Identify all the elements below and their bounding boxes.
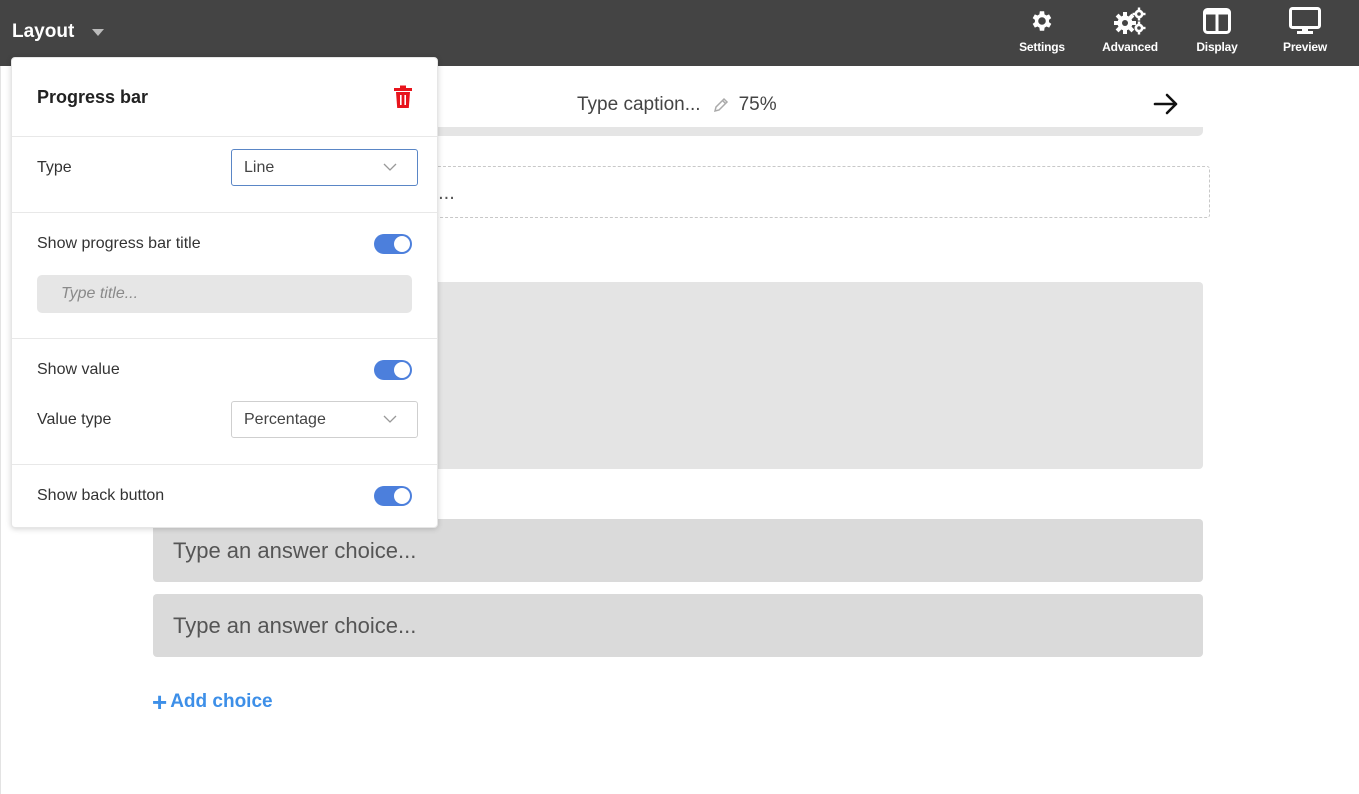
preview-label: Preview [1283,40,1327,54]
type-select-value: Line [244,158,275,176]
media-placeholder[interactable] [400,282,1203,469]
gear-icon [1029,6,1055,36]
plus-icon: + [152,687,168,717]
answer-choice[interactable]: Type an answer choice... [153,594,1203,657]
show-back-label: Show back button [37,487,165,504]
chevron-down-icon [383,415,397,423]
show-value-toggle[interactable] [374,360,412,380]
gears-icon [1113,6,1147,36]
value-type-select-value: Percentage [244,410,326,428]
progress-bar-track [400,127,1203,136]
layout-menu-button[interactable]: Layout [12,18,105,46]
question-input[interactable]: ?... [400,166,1210,218]
show-title-toggle[interactable] [374,234,412,254]
show-back-toggle[interactable] [374,486,412,506]
advanced-button[interactable]: Advanced [1090,6,1170,60]
type-select[interactable]: Line [231,149,418,186]
monitor-icon [1289,6,1321,36]
divider [12,136,437,137]
toggle-knob [394,362,410,378]
show-value-label: Show value [37,361,120,378]
panel-title: Progress bar [37,87,149,107]
value-type-label: Value type [37,411,112,428]
arrow-right-icon[interactable] [1152,90,1180,118]
settings-button[interactable]: Settings [1002,6,1082,60]
display-button[interactable]: Display [1177,6,1257,60]
show-title-label: Show progress bar title [37,235,201,252]
divider [12,464,437,465]
caption-text[interactable]: Type caption... [577,94,701,116]
preview-button[interactable]: Preview [1265,6,1345,60]
display-label: Display [1196,40,1238,54]
progress-bar-settings-panel: Progress bar Type Line Show progress bar… [11,57,438,528]
chevron-down-icon [383,163,397,171]
trash-icon[interactable] [393,85,413,109]
progress-title-input[interactable] [37,275,412,313]
answer-choice-text: Type an answer choice... [173,537,417,563]
answer-choice-text: Type an answer choice... [173,612,417,638]
divider [12,212,437,213]
add-choice-label: Add choice [170,691,273,712]
answer-choice[interactable]: Type an answer choice... [153,519,1203,582]
settings-label: Settings [1019,40,1065,54]
type-label: Type [37,159,72,176]
caret-down-icon [92,28,105,36]
progress-caption-row: Type caption... 75% [577,92,777,118]
columns-icon [1203,6,1231,36]
advanced-label: Advanced [1102,40,1158,54]
add-choice-button[interactable]: + Add choice [152,689,273,715]
progress-value: 75% [738,94,777,115]
layout-label: Layout [12,21,75,42]
toggle-knob [394,488,410,504]
pencil-icon[interactable] [713,97,729,113]
divider [12,338,437,339]
toggle-knob [394,236,410,252]
value-type-select[interactable]: Percentage [231,401,418,438]
